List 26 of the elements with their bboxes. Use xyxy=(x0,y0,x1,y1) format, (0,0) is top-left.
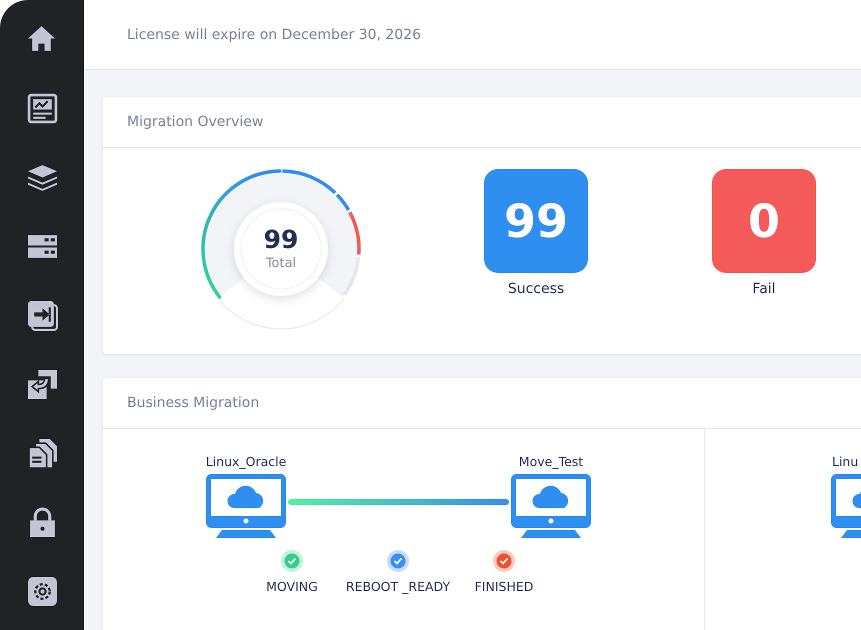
count-tile: 0 xyxy=(712,169,816,273)
tile-label: Fail xyxy=(752,281,776,297)
settings-icon[interactable] xyxy=(26,576,58,607)
documents-icon[interactable] xyxy=(26,438,58,469)
status-label: MOVING xyxy=(266,579,318,594)
swap-icon[interactable] xyxy=(26,369,58,400)
host-name: Move_Test xyxy=(518,454,584,469)
report-icon[interactable] xyxy=(26,93,58,124)
import-icon[interactable] xyxy=(26,300,58,331)
count-tile: 99 xyxy=(484,169,588,273)
monitor-icon xyxy=(511,474,591,538)
monitor-icon xyxy=(206,474,286,538)
check-icon xyxy=(281,550,303,572)
status-label: REBOOT _READY xyxy=(346,579,450,594)
layers-icon[interactable] xyxy=(26,162,58,193)
license-notice: License will expire on December 30, 2026 xyxy=(127,26,422,42)
host-name: Linux_Oracle xyxy=(206,454,286,469)
total-count: 99 xyxy=(264,227,298,252)
tile-label: Success xyxy=(508,281,564,297)
status-label: FINISHED xyxy=(474,579,534,594)
card-title: Business Migration xyxy=(127,395,260,411)
check-icon xyxy=(387,550,409,572)
total-label: Total xyxy=(266,256,296,271)
card-title: Migration Overview xyxy=(127,114,264,130)
check-icon xyxy=(493,550,515,572)
host-name: Linu xyxy=(832,454,858,469)
